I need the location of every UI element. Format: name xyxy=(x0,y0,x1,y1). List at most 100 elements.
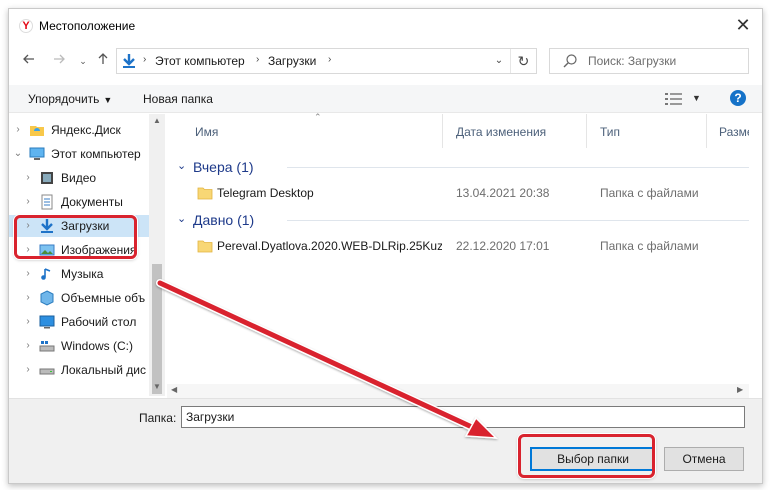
column-header-size[interactable]: Размер xyxy=(707,114,749,148)
title-bar: Y Местоположение ✕ xyxy=(9,9,762,43)
tree-item[interactable]: › Локальный дис xyxy=(9,359,149,381)
tree-item[interactable]: › Windows (C:) xyxy=(9,335,149,357)
back-arrow-icon[interactable] xyxy=(19,51,39,71)
breadcrumb-downloads[interactable]: Загрузки xyxy=(268,54,316,68)
search-box[interactable]: Поиск: Загрузки xyxy=(549,48,749,74)
scroll-up-arrow-icon[interactable]: ▲ xyxy=(149,116,165,125)
search-icon xyxy=(562,53,578,72)
address-dropdown-icon[interactable]: ⌄ xyxy=(492,53,506,69)
documents-folder-icon xyxy=(39,194,55,210)
tree-item-label: Локальный дис xyxy=(61,363,146,377)
highlight-downloads-annotation xyxy=(14,215,137,259)
sort-ascending-icon: ⌃ xyxy=(314,112,322,122)
column-type-label: Тип xyxy=(600,125,621,139)
chevron-down-icon[interactable]: ⌄ xyxy=(73,51,93,71)
tree-item[interactable]: › Яндекс.Диск xyxy=(9,119,149,141)
organize-button[interactable]: Упорядочить ▼ xyxy=(28,92,112,106)
chevron-right-icon[interactable]: › xyxy=(23,172,33,183)
file-list-horizontal-scrollbar[interactable]: ◀ ▶ xyxy=(167,384,749,398)
folder-field-label: Папка: xyxy=(139,411,177,425)
window-title: Местоположение xyxy=(39,19,136,33)
tree-item-label: Рабочий стол xyxy=(61,315,137,329)
group-divider xyxy=(287,167,756,168)
chevron-right-icon[interactable]: › xyxy=(23,364,33,375)
tree-item-label: Объемные объ xyxy=(61,291,146,305)
folder-name-input[interactable] xyxy=(181,406,745,428)
column-header-type[interactable]: Тип xyxy=(587,114,707,148)
search-placeholder: Поиск: Загрузки xyxy=(588,54,677,68)
tree-item[interactable]: › Объемные объ xyxy=(9,287,149,309)
refresh-icon[interactable]: ↻ xyxy=(510,49,536,73)
breadcrumb-separator: › xyxy=(328,54,332,65)
address-bar[interactable]: › Этот компьютер › Загрузки › ⌄ ↻ xyxy=(116,48,537,74)
chevron-down-icon[interactable]: ⌄ xyxy=(13,148,23,159)
tree-item[interactable]: › Музыка xyxy=(9,263,149,285)
tree-item[interactable]: › Рабочий стол xyxy=(9,311,149,333)
breadcrumb-this-pc[interactable]: Этот компьютер xyxy=(155,54,245,68)
music-folder-icon xyxy=(39,266,55,282)
scroll-down-arrow-icon[interactable]: ▼ xyxy=(149,382,165,391)
group-divider xyxy=(287,220,756,221)
group-label: Вчера (1) xyxy=(193,159,254,175)
up-arrow-icon[interactable] xyxy=(93,51,113,71)
chevron-right-icon[interactable]: › xyxy=(23,292,33,303)
column-name-label: Имя xyxy=(195,125,219,139)
tree-item-label: Яндекс.Диск xyxy=(51,123,121,137)
file-list: ⌃ Имя Дата изменения Тип Размер ⌄ Вчера … xyxy=(167,112,762,398)
downloads-location-icon xyxy=(121,53,137,72)
tree-item-label: Музыка xyxy=(61,267,104,281)
column-size-label: Размер xyxy=(719,125,749,139)
video-folder-icon xyxy=(39,170,55,186)
tree-item-label: Этот компьютер xyxy=(51,147,141,161)
chevron-right-icon[interactable]: › xyxy=(23,268,33,279)
tree-item[interactable]: ⌄ Этот компьютер xyxy=(9,143,149,165)
new-folder-button[interactable]: Новая папка xyxy=(143,92,213,106)
tree-scrollbar-thumb[interactable] xyxy=(152,264,162,394)
item-date: 22.12.2020 17:01 xyxy=(456,239,550,253)
chevron-right-icon[interactable]: › xyxy=(23,340,33,351)
organize-label: Упорядочить xyxy=(28,92,100,106)
breadcrumb-separator: › xyxy=(143,54,147,65)
item-type: Папка с файлами xyxy=(600,239,699,253)
item-date: 13.04.2021 20:38 xyxy=(456,186,550,200)
tree-item-label: Windows (C:) xyxy=(61,339,134,353)
command-bar: Упорядочить ▼ Новая папка ▼ ? xyxy=(9,85,762,113)
navigation-bar: ⌄ › Этот компьютер › Загрузки › ⌄ ↻ Поис… xyxy=(9,43,762,79)
tree-scrollbar[interactable]: ▲ ▼ xyxy=(149,114,165,396)
local-drive-icon xyxy=(39,362,55,378)
scroll-left-arrow-icon[interactable]: ◀ xyxy=(171,385,177,394)
view-dropdown-icon[interactable]: ▼ xyxy=(692,93,701,103)
column-header-name[interactable]: ⌃ Имя xyxy=(167,112,443,148)
breadcrumb-separator: › xyxy=(256,54,260,65)
yandex-disk-icon xyxy=(29,122,45,138)
tree-item[interactable]: › Документы xyxy=(9,191,149,213)
folder-icon xyxy=(197,238,213,257)
chevron-right-icon[interactable]: › xyxy=(13,124,23,135)
column-header-date[interactable]: Дата изменения xyxy=(443,114,587,148)
close-button[interactable]: ✕ xyxy=(728,13,758,39)
list-item[interactable]: Telegram Desktop 13.04.2021 20:38 Папка … xyxy=(167,182,762,204)
item-type: Папка с файлами xyxy=(600,186,699,200)
chevron-right-icon[interactable]: › xyxy=(23,316,33,327)
folder-icon xyxy=(197,185,213,204)
file-list-vertical-scrollbar[interactable] xyxy=(749,114,762,396)
chevron-down-icon: ⌄ xyxy=(177,213,187,225)
chevron-right-icon[interactable]: › xyxy=(23,196,33,207)
cancel-button[interactable]: Отмена xyxy=(664,447,744,471)
list-item[interactable]: Pereval.Dyatlova.2020.WEB-DLRip.25Kuz...… xyxy=(167,235,762,257)
item-name: Pereval.Dyatlova.2020.WEB-DLRip.25Kuz... xyxy=(217,239,442,253)
computer-icon xyxy=(29,146,45,162)
group-header-long-ago[interactable]: ⌄ Давно (1) xyxy=(167,209,762,231)
group-header-yesterday[interactable]: ⌄ Вчера (1) xyxy=(167,156,762,178)
forward-arrow-icon[interactable] xyxy=(49,51,69,71)
tree-item[interactable]: › Видео xyxy=(9,167,149,189)
view-options-icon[interactable] xyxy=(665,93,683,108)
help-icon[interactable]: ? xyxy=(730,90,746,106)
system-drive-icon xyxy=(39,338,55,354)
scroll-right-arrow-icon[interactable]: ▶ xyxy=(737,385,743,394)
highlight-select-button-annotation xyxy=(518,434,655,478)
item-name: Telegram Desktop xyxy=(217,186,314,200)
tree-item-label: Видео xyxy=(61,171,97,185)
tree-item-label: Документы xyxy=(61,195,123,209)
yandex-browser-logo-icon: Y xyxy=(19,19,33,33)
